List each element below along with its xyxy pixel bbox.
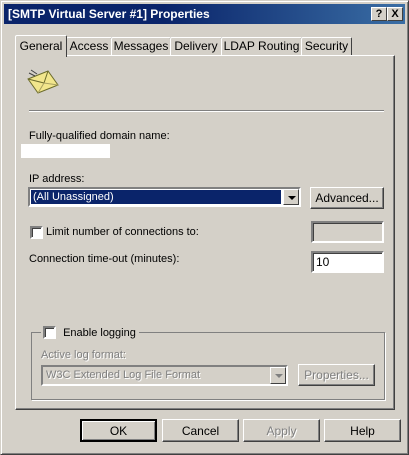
- ip-address-combo[interactable]: (All Unassigned): [28, 187, 301, 207]
- chevron-down-icon: [275, 374, 283, 378]
- title-bar[interactable]: [SMTP Virtual Server #1] Properties ? X: [4, 4, 405, 24]
- log-properties-button[interactable]: Properties...: [298, 364, 375, 386]
- ip-address-selected: (All Unassigned): [31, 190, 281, 204]
- log-format-value: W3C Extended Log File Format: [46, 369, 201, 381]
- ip-address-dropdown-button[interactable]: [283, 189, 299, 205]
- window-title: [SMTP Virtual Server #1] Properties: [8, 7, 210, 21]
- logging-group-title: Enable logging: [41, 326, 139, 340]
- cancel-button[interactable]: Cancel: [162, 419, 239, 442]
- tab-access[interactable]: Access: [66, 37, 112, 56]
- help-title-button[interactable]: ?: [371, 7, 387, 21]
- limit-connections-input[interactable]: [311, 221, 384, 243]
- timeout-label: Connection time-out (minutes):: [29, 253, 180, 265]
- limit-connections-checkbox[interactable]: [30, 226, 43, 239]
- fqdn-label: Fully-qualified domain name:: [29, 130, 170, 142]
- tab-general[interactable]: General: [15, 35, 67, 57]
- log-format-combo[interactable]: W3C Extended Log File Format: [41, 365, 288, 386]
- chevron-down-icon: [288, 196, 296, 200]
- tab-ldap-routing[interactable]: LDAP Routing: [221, 37, 302, 56]
- log-format-label: Active log format:: [41, 349, 126, 361]
- close-title-button[interactable]: X: [387, 7, 403, 21]
- limit-connections-label: Limit number of connections to:: [46, 226, 199, 238]
- enable-logging-checkbox[interactable]: [43, 326, 56, 339]
- enable-logging-label: Enable logging: [63, 326, 136, 339]
- ok-button[interactable]: OK: [80, 419, 157, 442]
- log-format-dropdown-button[interactable]: [270, 367, 286, 384]
- apply-button[interactable]: Apply: [243, 419, 320, 442]
- envelope-icon: [27, 69, 59, 94]
- tab-delivery[interactable]: Delivery: [170, 37, 222, 56]
- header-separator: [29, 110, 384, 112]
- properties-dialog: [SMTP Virtual Server #1] Properties ? X …: [0, 0, 409, 455]
- ip-address-label: IP address:: [29, 173, 85, 185]
- tab-security[interactable]: Security: [301, 37, 352, 56]
- fqdn-value: [21, 144, 110, 158]
- advanced-button[interactable]: Advanced...: [310, 187, 384, 209]
- help-button[interactable]: Help: [324, 419, 401, 442]
- timeout-input[interactable]: 10: [311, 251, 384, 273]
- tab-messages[interactable]: Messages: [111, 37, 171, 56]
